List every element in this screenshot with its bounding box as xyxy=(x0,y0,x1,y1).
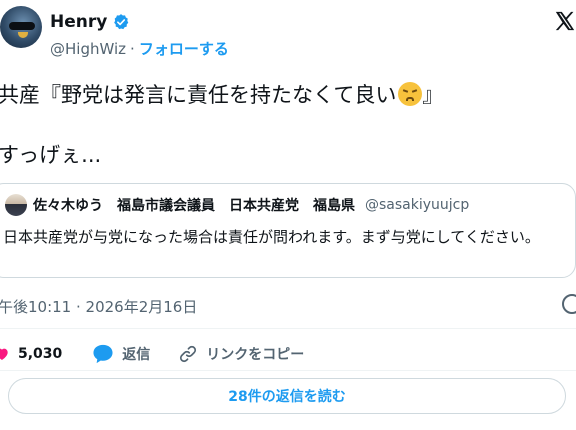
link-icon xyxy=(180,345,197,363)
tweet-actions-bar: 5,030 返信 リンクをコピー xyxy=(0,344,304,364)
like-button[interactable]: 5,030 xyxy=(0,346,62,362)
tweet-text-main: 共産『野党は発言に責任を持たなくて良い xyxy=(0,83,397,107)
reply-bubble-icon xyxy=(93,344,113,364)
tweet-text-close-quote: 』 xyxy=(422,83,444,107)
like-count: 5,030 xyxy=(18,346,63,362)
quoted-tweet-header: 佐々木ゆう 福島市議会議員 日本共産党 福島県 @sasakiyuujcp xyxy=(5,194,469,216)
follow-button[interactable]: フォローする xyxy=(139,38,229,59)
author-name-row: Henry xyxy=(50,12,130,32)
tweet-timestamp[interactable]: 午後10:11 · 2026年2月16日 xyxy=(0,296,197,317)
divider xyxy=(0,370,576,371)
quoted-author-handle: @sasakiyuujcp xyxy=(365,197,470,213)
quoted-tweet-card[interactable]: 佐々木ゆう 福島市議会議員 日本共産党 福島県 @sasakiyuujcp 日本… xyxy=(0,183,576,278)
x-logo-icon[interactable] xyxy=(554,10,576,32)
author-handle-row: @HighWiz · フォローする xyxy=(50,38,229,59)
reply-label: 返信 xyxy=(122,347,151,363)
avatar-beak xyxy=(18,32,28,38)
tweet-text-line2: すっげぇ... xyxy=(0,143,102,167)
copy-link-label: リンクをコピー xyxy=(206,347,305,363)
author-handle[interactable]: @HighWiz xyxy=(50,40,126,58)
read-replies-button[interactable]: 28件の返信を読む xyxy=(8,378,566,414)
verified-badge-icon xyxy=(114,14,129,30)
quoted-tweet-text: 日本共産党が与党になった場合は責任が問われます。まず与党にしてください。 xyxy=(3,228,540,246)
tweet-text-line1: 共産『野党は発言に責任を持たなくて良い 』 xyxy=(0,78,443,112)
author-display-name[interactable]: Henry xyxy=(50,12,107,32)
reply-button[interactable]: 返信 xyxy=(92,344,150,364)
info-icon[interactable] xyxy=(562,294,576,314)
quoted-author-avatar xyxy=(5,194,27,216)
avatar-glasses xyxy=(9,22,35,30)
heart-icon xyxy=(0,348,8,360)
divider xyxy=(0,328,576,329)
quoted-author-name: 佐々木ゆう 福島市議会議員 日本共産党 福島県 xyxy=(33,198,355,214)
copy-link-button[interactable]: リンクをコピー xyxy=(178,344,304,364)
angry-face-emoji-icon xyxy=(398,82,423,106)
separator-dot: · xyxy=(130,39,135,58)
author-avatar[interactable] xyxy=(0,6,42,48)
